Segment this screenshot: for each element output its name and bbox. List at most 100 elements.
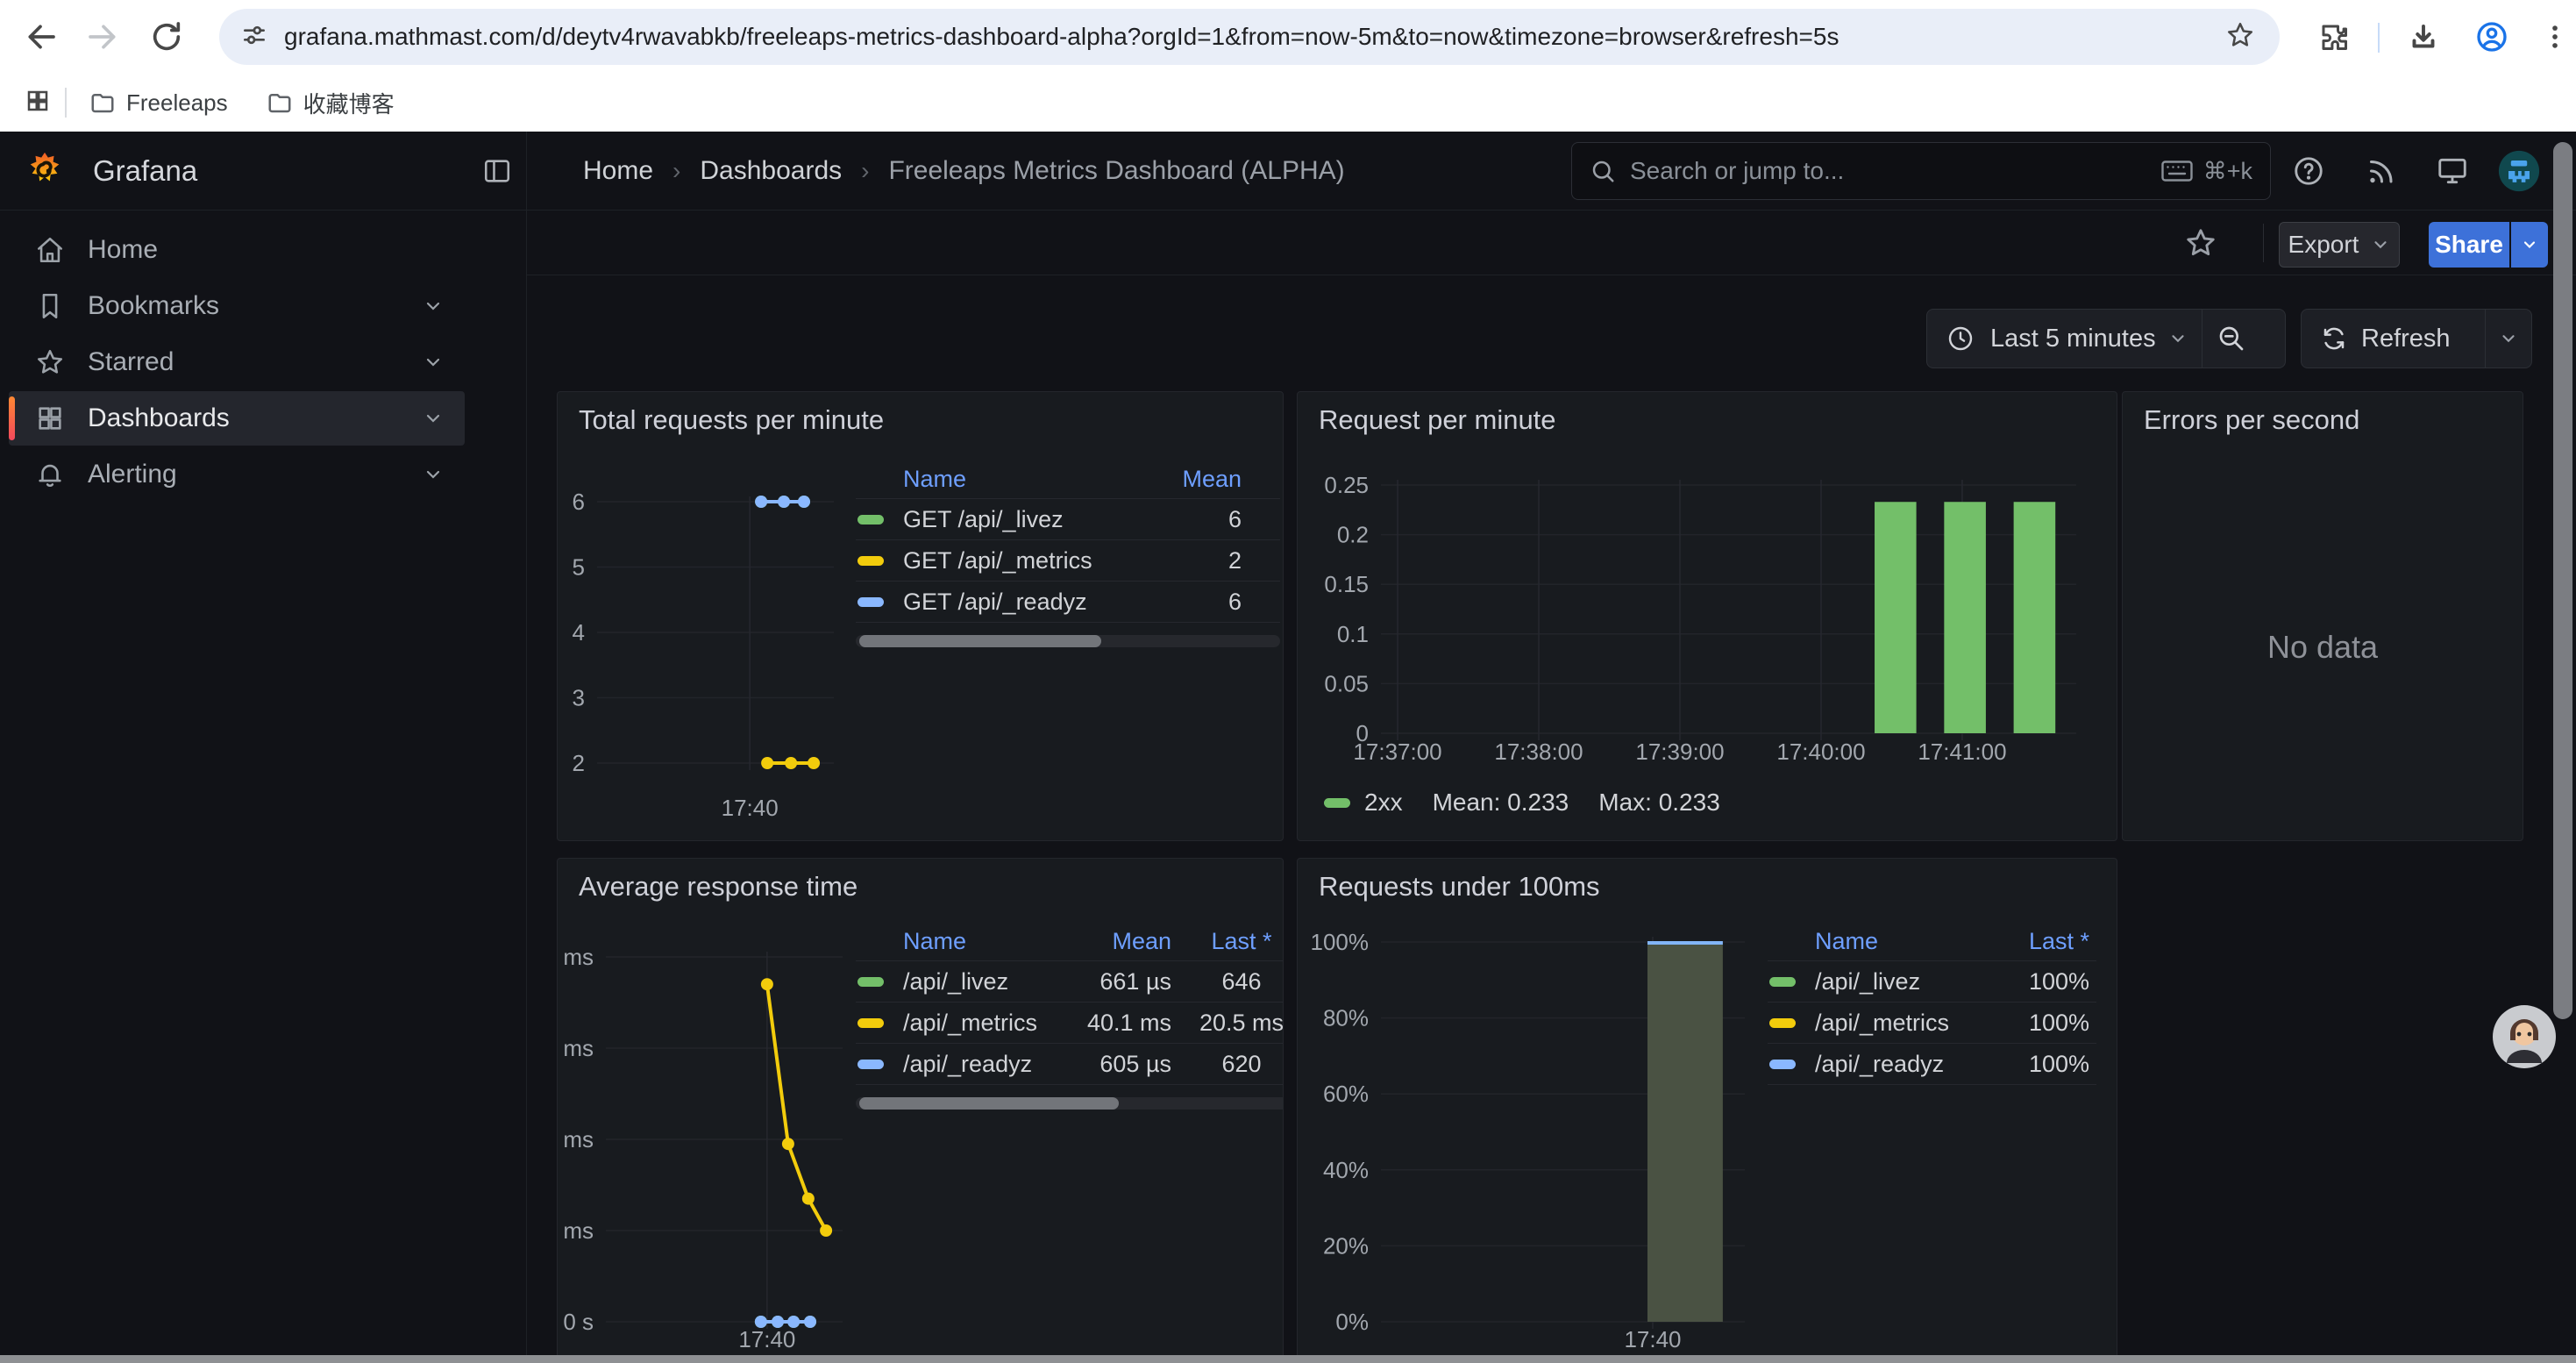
kiosk-button[interactable] xyxy=(2431,150,2473,192)
legend-column-header[interactable]: Name xyxy=(856,466,1175,493)
chevron-down-icon[interactable] xyxy=(423,408,444,429)
legend-row[interactable]: /api/_livez661 µs646 xyxy=(856,961,1284,1003)
svg-text:6: 6 xyxy=(573,489,585,515)
legend-table[interactable]: NameLast * /api/_livez100%/api/_metrics10… xyxy=(1768,923,2096,1085)
vertical-scrollbar[interactable] xyxy=(2553,142,2572,1019)
legend-row[interactable]: /api/_livez100% xyxy=(1768,961,2096,1003)
legend-inline[interactable]: 2xx Mean: 0.233 Max: 0.233 xyxy=(1324,789,1720,817)
legend-max: Max: 0.233 xyxy=(1598,789,1720,817)
chevron-down-icon[interactable] xyxy=(423,296,444,317)
news-button[interactable] xyxy=(2359,150,2402,192)
horizontal-scrollbar[interactable] xyxy=(0,1355,2576,1363)
folder-icon xyxy=(89,89,116,116)
refresh-button[interactable]: Refresh xyxy=(2301,309,2532,368)
bookmark-star-icon[interactable] xyxy=(2225,20,2255,54)
legend-column-header[interactable]: Name xyxy=(856,928,1066,955)
legend-column-header[interactable]: Mean xyxy=(1175,466,1280,493)
panel-average-response-time[interactable]: Average response time 80 ms60 ms40 ms20 … xyxy=(557,858,1284,1363)
bookmark-item[interactable]: 收藏博客 xyxy=(267,87,395,119)
legend-column-header[interactable]: Last * xyxy=(1996,928,2096,955)
legend-row[interactable]: /api/_metrics100% xyxy=(1768,1003,2096,1044)
brand-label[interactable]: Grafana xyxy=(93,154,197,188)
browser-menu-button[interactable] xyxy=(2536,18,2574,56)
extensions-icon xyxy=(2318,21,2350,53)
share-menu-button[interactable] xyxy=(2511,222,2548,268)
keyboard-icon xyxy=(2161,159,2193,183)
export-button[interactable]: Export xyxy=(2279,222,2400,268)
panel-request-per-minute[interactable]: Request per minute 0.250.20.150.10.05017… xyxy=(1297,391,2117,841)
star-icon xyxy=(35,347,65,377)
legend-cell: GET /api/_readyz xyxy=(903,589,1175,616)
legend-cell: 646 xyxy=(1171,968,1284,995)
url-bar[interactable]: grafana.mathmast.com/d/deytv4rwavabkb/fr… xyxy=(219,9,2280,65)
legend-cell: /api/_livez xyxy=(1815,968,1996,995)
profile-button[interactable] xyxy=(2473,18,2511,56)
legend-row[interactable]: /api/_readyz100% xyxy=(1768,1044,2096,1085)
panel-requests-under-100ms[interactable]: Requests under 100ms 100%80%60%40%20%0%1… xyxy=(1297,858,2117,1363)
panel-errors-per-second[interactable]: Errors per second No data xyxy=(2122,391,2523,841)
legend-scrollbar-thumb[interactable] xyxy=(859,1097,1119,1110)
home-icon xyxy=(35,235,65,265)
assistant-avatar[interactable] xyxy=(2493,1005,2556,1068)
legend-cell: /api/_readyz xyxy=(903,1051,1066,1078)
no-data-label: No data xyxy=(2123,629,2523,666)
legend-row[interactable]: /api/_metrics40.1 ms20.5 ms xyxy=(856,1003,1284,1044)
legend-swatch xyxy=(857,977,884,987)
chevron-down-icon[interactable] xyxy=(423,464,444,485)
request-per-minute-chart: 0.250.20.150.10.05017:37:0017:38:0017:39… xyxy=(1298,392,2117,840)
legend-cell: /api/_livez xyxy=(903,968,1066,995)
help-button[interactable] xyxy=(2288,150,2330,192)
svg-text:60%: 60% xyxy=(1323,1081,1369,1107)
legend-column-header[interactable]: Name xyxy=(1768,928,1996,955)
panel-title[interactable]: Errors per second xyxy=(2144,404,2359,436)
site-settings-icon[interactable] xyxy=(240,21,268,54)
search-input[interactable]: Search or jump to... ⌘+k xyxy=(1571,142,2271,200)
time-range-picker[interactable]: Last 5 minutes xyxy=(1926,309,2286,368)
legend-series-label[interactable]: 2xx xyxy=(1364,789,1403,817)
refresh-icon xyxy=(2321,325,2347,352)
chevron-down-icon[interactable] xyxy=(423,352,444,373)
dock-sidebar-icon[interactable] xyxy=(482,156,512,186)
url-text[interactable]: grafana.mathmast.com/d/deytv4rwavabkb/fr… xyxy=(284,23,2201,51)
sidebar-item-starred[interactable]: Starred xyxy=(9,335,465,389)
forward-button[interactable] xyxy=(84,18,123,56)
svg-text:60 ms: 60 ms xyxy=(558,1035,594,1061)
extensions-button[interactable] xyxy=(2315,18,2353,56)
assistant-avatar-icon xyxy=(2493,1005,2556,1068)
legend-row[interactable]: GET /api/_readyz6 xyxy=(856,582,1280,623)
legend-column-header[interactable]: Mean xyxy=(1066,928,1171,955)
browser-toolbar: grafana.mathmast.com/d/deytv4rwavabkb/fr… xyxy=(0,0,2576,74)
panel-total-requests[interactable]: Total requests per minute 6543217:40 Nam… xyxy=(557,391,1284,841)
legend-row[interactable]: GET /api/_livez6 xyxy=(856,499,1280,540)
bookmark-item[interactable]: Freeleaps xyxy=(89,89,228,117)
share-button[interactable]: Share xyxy=(2429,222,2509,268)
sidebar-item-dashboards[interactable]: Dashboards xyxy=(9,391,465,446)
breadcrumb-item[interactable]: Home xyxy=(583,156,653,186)
downloads-button[interactable] xyxy=(2404,18,2443,56)
grafana-logo[interactable] xyxy=(25,151,65,191)
legend-table[interactable]: NameMeanLast * /api/_livez661 µs646/api/_… xyxy=(856,923,1284,1110)
legend-scrollbar-thumb[interactable] xyxy=(859,635,1101,647)
legend-table[interactable]: NameMean GET /api/_livez6GET /api/_metric… xyxy=(856,460,1280,647)
download-icon xyxy=(2408,21,2439,53)
sidebar-item-alerting[interactable]: Alerting xyxy=(9,447,465,502)
sidebar-item-label: Alerting xyxy=(88,460,423,489)
legend-cell: 6 xyxy=(1175,589,1280,616)
reload-button[interactable] xyxy=(147,18,186,56)
legend-column-header[interactable]: Last * xyxy=(1171,928,1284,955)
legend-cell: 20.5 ms xyxy=(1171,1010,1284,1037)
sidebar-item-home[interactable]: Home xyxy=(9,223,465,277)
svg-text:80%: 80% xyxy=(1323,1005,1369,1031)
refresh-interval-button[interactable] xyxy=(2486,329,2531,348)
legend-scrollbar[interactable] xyxy=(856,635,1280,647)
user-avatar[interactable] xyxy=(2498,150,2540,192)
zoom-out-button[interactable] xyxy=(2202,325,2260,353)
breadcrumb-item[interactable]: Dashboards xyxy=(700,156,842,186)
legend-row[interactable]: /api/_readyz605 µs620 xyxy=(856,1044,1284,1085)
favorite-dashboard-button[interactable] xyxy=(2181,223,2221,263)
back-button[interactable] xyxy=(21,18,60,56)
apps-grid-icon[interactable] xyxy=(25,88,51,118)
legend-scrollbar[interactable] xyxy=(856,1097,1284,1110)
sidebar-item-bookmarks[interactable]: Bookmarks xyxy=(9,279,465,333)
legend-row[interactable]: GET /api/_metrics2 xyxy=(856,540,1280,582)
